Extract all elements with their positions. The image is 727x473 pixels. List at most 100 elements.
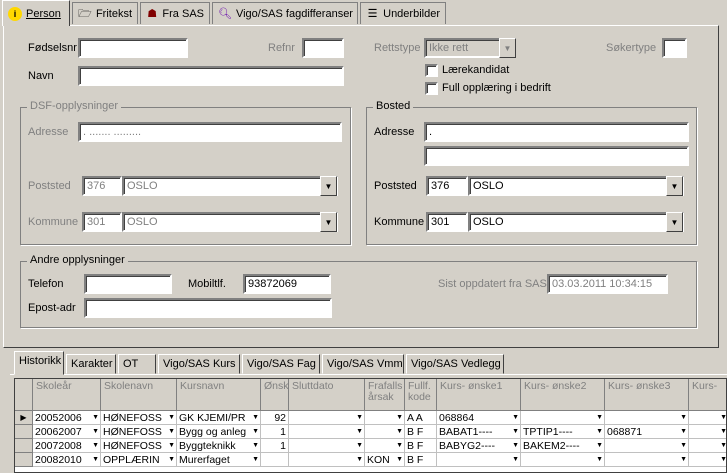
tab-vigo-sas-kurs[interactable]: Vigo/SAS Kurs [158, 354, 240, 374]
cell-onskenr[interactable]: 1 [261, 425, 289, 439]
dsf-poststed-dropdown-arrow-icon[interactable]: ▼ [320, 176, 337, 196]
bosted-kommunenr-field[interactable]: 301 [426, 212, 468, 232]
cell-kurs-onske1[interactable]: BABYG2---- ▼ [437, 439, 521, 453]
cell-onskenr[interactable]: 92 [261, 411, 289, 425]
cell-dropdown-arrow-icon[interactable]: ▼ [396, 454, 403, 465]
cell-onskenr[interactable]: 1 [261, 439, 289, 453]
cell-skolenavn[interactable]: HØNEFOSS ▼ [101, 425, 177, 439]
bosted-adresse2-field[interactable] [424, 146, 689, 166]
cell-kurs-onske2[interactable]: BAKEM2---- ▼ [521, 439, 605, 453]
cell-kurs-onske4[interactable]: ▼ [689, 439, 726, 453]
cell-skolear[interactable]: 20052006 ▼ [33, 411, 101, 425]
row-selector[interactable] [15, 425, 33, 439]
tab-vigo-sas-vmm[interactable]: Vigo/SAS Vmm [322, 354, 404, 374]
tab-fra-sas[interactable]: ☗ Fra SAS [140, 2, 210, 24]
cell-kursnavn[interactable]: Murerfaget ▼ [177, 453, 261, 467]
cell-kurs-onske3[interactable]: ▼ [605, 439, 689, 453]
cell-kurs-onske2[interactable]: ▼ [521, 453, 605, 467]
refnr-field[interactable] [302, 38, 344, 58]
cell-dropdown-arrow-icon[interactable]: ▼ [252, 440, 259, 451]
cell-dropdown-arrow-icon[interactable]: ▼ [356, 412, 363, 423]
cell-skolear[interactable]: 20072008 ▼ [33, 439, 101, 453]
tab-vigo-sas-vedlegg[interactable]: Vigo/SAS Vedlegg [406, 354, 504, 374]
bosted-kommune-dropdown-arrow-icon[interactable]: ▼ [666, 212, 683, 232]
cell-dropdown-arrow-icon[interactable]: ▼ [720, 412, 726, 423]
cell-dropdown-arrow-icon[interactable]: ▼ [720, 454, 726, 465]
cell-dropdown-arrow-icon[interactable]: ▼ [720, 426, 726, 437]
epost-field[interactable] [84, 298, 332, 318]
bosted-postnr-field[interactable]: 376 [426, 176, 468, 196]
tab-person[interactable]: i Person [2, 0, 70, 26]
cell-dropdown-arrow-icon[interactable]: ▼ [252, 454, 259, 465]
dsf-postnr-field[interactable]: 376 [82, 176, 122, 196]
cell-dropdown-arrow-icon[interactable]: ▼ [356, 440, 363, 451]
header-kurs-onske4[interactable]: Kurs- [689, 379, 726, 411]
cell-dropdown-arrow-icon[interactable]: ▼ [356, 426, 363, 437]
cell-kurs-onske3[interactable]: ▼ [605, 411, 689, 425]
historikk-grid[interactable]: Skoleår Skolenavn Kursnavn Ønskenr Slutt… [14, 378, 727, 473]
cell-kursnavn[interactable]: Bygg og anleg ▼ [177, 425, 261, 439]
header-frafallsarsak[interactable]: Frafalls årsak [365, 379, 405, 411]
header-sluttdato[interactable]: Sluttdato [289, 379, 365, 411]
cell-sluttdato[interactable]: ▼ [289, 439, 365, 453]
cell-dropdown-arrow-icon[interactable]: ▼ [680, 426, 687, 437]
cell-dropdown-arrow-icon[interactable]: ▼ [680, 454, 687, 465]
dsf-kommune-select[interactable]: OSLO [122, 212, 338, 232]
tab-vigo-sas-fagdifferanser[interactable]: 🔍︎ Vigo/SAS fagdifferanser [212, 2, 358, 24]
fodselsnr-field[interactable] [78, 38, 188, 58]
cell-dropdown-arrow-icon[interactable]: ▼ [512, 412, 519, 423]
cell-kurs-onske4[interactable]: ▼ [689, 411, 726, 425]
cell-skolenavn[interactable]: HØNEFOSS ▼ [101, 439, 177, 453]
cell-kurs-onske4[interactable]: ▼ [689, 453, 726, 467]
header-kurs-onske1[interactable]: Kurs- ønske1 [437, 379, 521, 411]
cell-dropdown-arrow-icon[interactable]: ▼ [720, 440, 726, 451]
dsf-adresse-field[interactable]: . ....... ......... [78, 122, 342, 142]
cell-fullf-kode[interactable]: B F [405, 425, 437, 439]
cell-kurs-onske1[interactable]: ▼ [437, 453, 521, 467]
cell-dropdown-arrow-icon[interactable]: ▼ [168, 440, 175, 451]
bosted-adresse-field[interactable]: . [424, 122, 689, 142]
dsf-kommune-dropdown-arrow-icon[interactable]: ▼ [320, 212, 337, 232]
tab-historikk[interactable]: Historikk [14, 351, 64, 375]
rettstype-dropdown-arrow-icon[interactable]: ▼ [499, 38, 516, 58]
header-onskenr[interactable]: Ønskenr [261, 379, 289, 411]
cell-dropdown-arrow-icon[interactable]: ▼ [512, 426, 519, 437]
bosted-kommune-select[interactable]: OSLO [468, 212, 684, 232]
cell-dropdown-arrow-icon[interactable]: ▼ [680, 440, 687, 451]
cell-kurs-onske2[interactable]: ▼ [521, 411, 605, 425]
dsf-kommunenr-field[interactable]: 301 [82, 212, 122, 232]
cell-kurs-onske3[interactable]: ▼ [605, 453, 689, 467]
tab-ot[interactable]: OT [118, 354, 156, 374]
cell-dropdown-arrow-icon[interactable]: ▼ [92, 454, 99, 465]
cell-dropdown-arrow-icon[interactable]: ▼ [596, 440, 603, 451]
header-fullf-kode[interactable]: Fullf. kode [405, 379, 437, 411]
cell-dropdown-arrow-icon[interactable]: ▼ [512, 454, 519, 465]
cell-dropdown-arrow-icon[interactable]: ▼ [168, 426, 175, 437]
header-kurs-onske2[interactable]: Kurs- ønske2 [521, 379, 605, 411]
header-skolear[interactable]: Skoleår [33, 379, 101, 411]
cell-frafallsarsak[interactable]: ▼ [365, 439, 405, 453]
bosted-poststed-select[interactable]: OSLO [468, 176, 684, 196]
telefon-field[interactable] [84, 274, 172, 294]
cell-frafallsarsak[interactable]: KON ▼ [365, 453, 405, 467]
cell-frafallsarsak[interactable]: ▼ [365, 425, 405, 439]
cell-dropdown-arrow-icon[interactable]: ▼ [92, 440, 99, 451]
cell-skolenavn[interactable]: HØNEFOSS ▼ [101, 411, 177, 425]
cell-dropdown-arrow-icon[interactable]: ▼ [356, 454, 363, 465]
tab-fritekst[interactable]: 🗁 Fritekst [72, 2, 138, 24]
header-kursnavn[interactable]: Kursnavn [177, 379, 261, 411]
cell-dropdown-arrow-icon[interactable]: ▼ [252, 412, 259, 423]
cell-dropdown-arrow-icon[interactable]: ▼ [596, 412, 603, 423]
cell-kurs-onske1[interactable]: 068864 ▼ [437, 411, 521, 425]
navn-field[interactable] [78, 66, 344, 86]
tab-vigo-sas-fag[interactable]: Vigo/SAS Fag [242, 354, 320, 374]
cell-dropdown-arrow-icon[interactable]: ▼ [596, 426, 603, 437]
tab-underbilder[interactable]: ☰ Underbilder [360, 2, 446, 24]
cell-skolear[interactable]: 20082010 ▼ [33, 453, 101, 467]
cell-sluttdato[interactable]: ▼ [289, 411, 365, 425]
row-selector[interactable] [15, 453, 33, 467]
tab-karakter[interactable]: Karakter [66, 354, 116, 374]
cell-dropdown-arrow-icon[interactable]: ▼ [252, 426, 259, 437]
cell-dropdown-arrow-icon[interactable]: ▼ [92, 412, 99, 423]
header-kurs-onske3[interactable]: Kurs- ønske3 [605, 379, 689, 411]
